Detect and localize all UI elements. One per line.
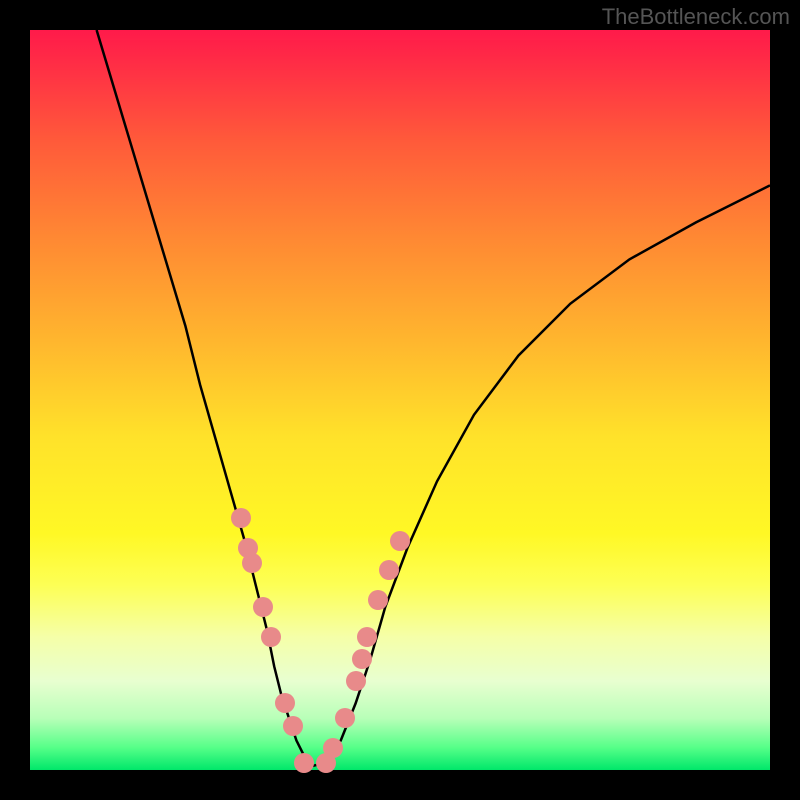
- data-marker: [283, 716, 303, 736]
- data-marker: [261, 627, 281, 647]
- data-marker: [294, 753, 314, 773]
- data-marker: [346, 671, 366, 691]
- data-marker: [368, 590, 388, 610]
- data-marker: [335, 708, 355, 728]
- left-curve-path: [97, 30, 312, 766]
- chart-plot-area: [30, 30, 770, 770]
- curve-overlay: [30, 30, 770, 770]
- data-marker: [242, 553, 262, 573]
- data-marker: [275, 693, 295, 713]
- data-marker: [253, 597, 273, 617]
- data-marker: [231, 508, 251, 528]
- watermark-text: TheBottleneck.com: [602, 4, 790, 30]
- data-marker: [390, 531, 410, 551]
- data-marker: [357, 627, 377, 647]
- data-marker: [323, 738, 343, 758]
- data-marker: [379, 560, 399, 580]
- right-curve-path: [311, 185, 770, 766]
- data-marker: [352, 649, 372, 669]
